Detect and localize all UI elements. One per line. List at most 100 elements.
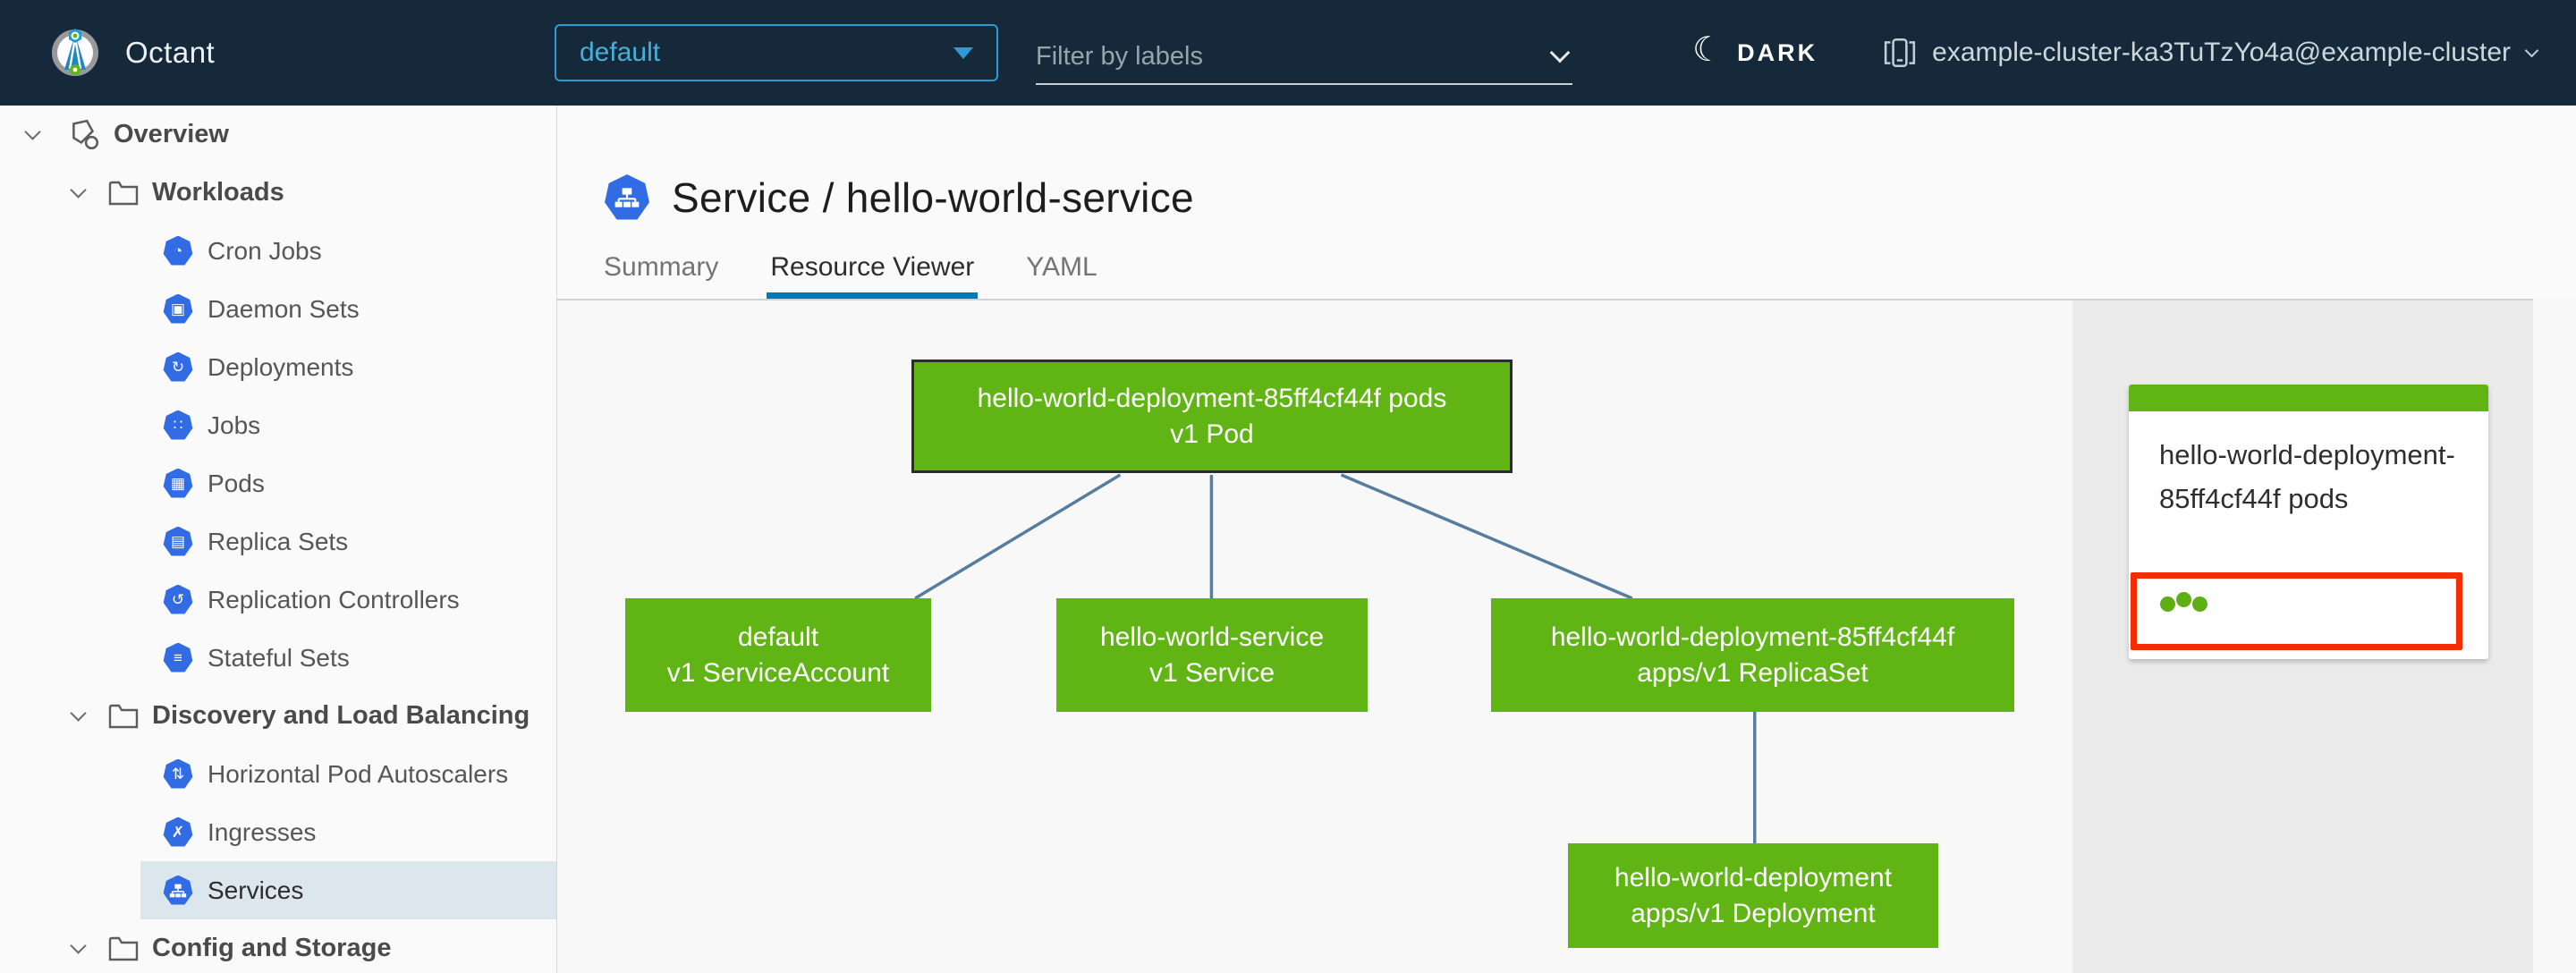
moon-icon: ☾ [1692,31,1724,69]
folder-icon [108,936,139,960]
detail-panel: hello-world-deployment-85ff4cf44f pods [2072,299,2533,973]
chevron-down-icon[interactable] [70,705,87,722]
sidebar-item-pods[interactable]: ▦ Pods [140,454,556,512]
top-navbar: Octant default ☾ DARK example-cluster-ka… [0,0,2576,106]
graph-node-serviceaccount[interactable]: default v1 ServiceAccount [625,598,931,712]
ingresses-icon: ✗ [163,816,193,847]
node-label: hello-world-deployment [1614,862,1893,893]
pod-status-dot [2192,596,2207,612]
statefulsets-icon: ≡ [163,642,193,673]
pods-icon: ▦ [163,468,193,498]
tab-summary[interactable]: Summary [604,252,718,299]
sidebar-item-label: Jobs [208,410,261,439]
chevron-down-icon[interactable] [1549,42,1571,63]
sidebar-item-label: Workloads [152,178,284,207]
card-title: hello-world-deployment-85ff4cf44f pods [2159,439,2455,514]
namespace-value: default [580,38,661,67]
sidebar-item-daemon-sets[interactable]: ▣ Daemon Sets [140,280,556,338]
scrollbar-track[interactable] [2533,299,2576,973]
node-kind: apps/v1 Deployment [1631,898,1876,928]
sidebar-item-deployments[interactable]: ↻ Deployments [140,338,556,396]
chevron-down-icon[interactable] [70,937,87,954]
sidebar-item-label: Overview [114,120,229,148]
chevron-down-icon[interactable] [70,182,87,199]
sidebar-item-label: Discovery and Load Balancing [152,701,530,730]
sidebar-item-horizontal-pod-autoscalers[interactable]: ⇅ Horizontal Pod Autoscalers [140,745,556,803]
sidebar-item-stateful-sets[interactable]: ≡ Stateful Sets [140,629,556,687]
sidebar-group-config-and-storage[interactable]: Config and Storage [0,919,556,973]
app-title: Octant [125,36,216,69]
label-filter [1036,30,1572,85]
sidebar-item-services[interactable]: Services [140,861,556,919]
label-filter-input[interactable] [1036,41,1553,72]
navbar-right: ☾ DARK example-cluster-ka3TuTzYo4a@examp… [1692,31,2539,70]
sidebar: Overview Workloads ◔ Cron Jobs ▣ Daemon … [0,106,557,973]
sidebar-item-label: Deployments [208,352,354,381]
pod-status-dots [2160,592,2208,616]
jobs-icon: ∷ [163,410,193,440]
replicationcontrollers-icon: ↺ [163,584,193,614]
chevron-down-icon[interactable] [24,123,41,140]
folder-icon [108,704,139,728]
node-label: default [737,622,819,652]
cluster-name: example-cluster-ka3TuTzYo4a@example-clus… [1932,38,2511,67]
cluster-selector[interactable]: example-cluster-ka3TuTzYo4a@example-clus… [1884,36,2539,70]
replicasets-icon: ▤ [163,526,193,556]
deployments-icon: ↻ [163,351,193,382]
sidebar-item-label: Config and Storage [152,934,392,962]
namespace-dropdown[interactable]: default [555,24,998,81]
sidebar-item-overview[interactable]: Overview [0,106,556,164]
service-kind-icon [605,174,649,220]
chevron-down-icon [2524,43,2539,57]
cluster-icon [1885,38,1916,68]
node-label: hello-world-service [1099,622,1325,652]
node-kind: v1 Service [1148,657,1275,688]
page-header: Service / hello-world-service Summary Re… [557,106,2576,299]
daemonsets-icon: ▣ [163,293,193,324]
resource-graph: hello-world-deployment-85ff4cf44f pods v… [557,299,2072,973]
brand: Octant [50,28,555,78]
pod-status-highlight-box[interactable] [2131,572,2462,650]
graph-node-replicaset[interactable]: hello-world-deployment-85ff4cf44f apps/v… [1491,598,2014,712]
theme-toggle[interactable]: ☾ DARK [1692,31,1818,70]
card-status-bar [2129,385,2488,411]
sidebar-item-label: Replication Controllers [208,585,460,613]
sidebar-item-jobs[interactable]: ∷ Jobs [140,396,556,454]
sidebar-item-label: Ingresses [208,817,317,846]
sidebar-item-label: Cron Jobs [208,236,322,265]
cronjobs-icon: ◔ [163,235,193,266]
page-title: Service / hello-world-service [672,174,1194,221]
pod-status-dot [2176,592,2191,607]
sidebar-group-discovery-and-load-balancing[interactable]: Discovery and Load Balancing [0,687,556,745]
node-kind: v1 ServiceAccount [666,657,890,688]
graph-node-pods[interactable]: hello-world-deployment-85ff4cf44f pods v… [911,360,1513,473]
node-kind: v1 Pod [1170,419,1254,449]
sidebar-item-ingresses[interactable]: ✗ Ingresses [140,803,556,861]
tab-yaml[interactable]: YAML [1026,252,1097,299]
node-label: hello-world-deployment-85ff4cf44f pods [977,383,1447,413]
pod-status-dot [2160,596,2175,612]
sidebar-item-replication-controllers[interactable]: ↺ Replication Controllers [140,571,556,629]
services-icon [163,875,193,905]
graph-node-deployment[interactable]: hello-world-deployment apps/v1 Deploymen… [1568,843,1938,948]
sidebar-item-label: Horizontal Pod Autoscalers [208,759,509,788]
selected-node-card: hello-world-deployment-85ff4cf44f pods [2129,385,2488,659]
sidebar-item-cron-jobs[interactable]: ◔ Cron Jobs [140,222,556,280]
sidebar-item-label: Pods [208,469,265,497]
objects-icon [72,119,99,149]
node-kind: apps/v1 ReplicaSet [1637,657,1868,688]
folder-icon [108,181,139,205]
sidebar-item-replica-sets[interactable]: ▤ Replica Sets [140,512,556,571]
tab-bar: Summary Resource Viewer YAML [604,252,1097,299]
main-content: Service / hello-world-service Summary Re… [557,106,2576,973]
sidebar-group-workloads[interactable]: Workloads [0,164,556,222]
caret-down-icon [953,47,973,59]
octant-logo-icon [52,29,98,76]
sidebar-item-label: Replica Sets [208,527,349,555]
sidebar-item-label: Services [208,876,304,904]
node-label: hello-world-deployment-85ff4cf44f [1550,622,1955,652]
graph-node-service[interactable]: hello-world-service v1 Service [1056,598,1368,712]
sidebar-item-label: Daemon Sets [208,294,360,323]
horizontalpodautoscalers-icon: ⇅ [163,758,193,789]
tab-resource-viewer[interactable]: Resource Viewer [767,252,979,299]
